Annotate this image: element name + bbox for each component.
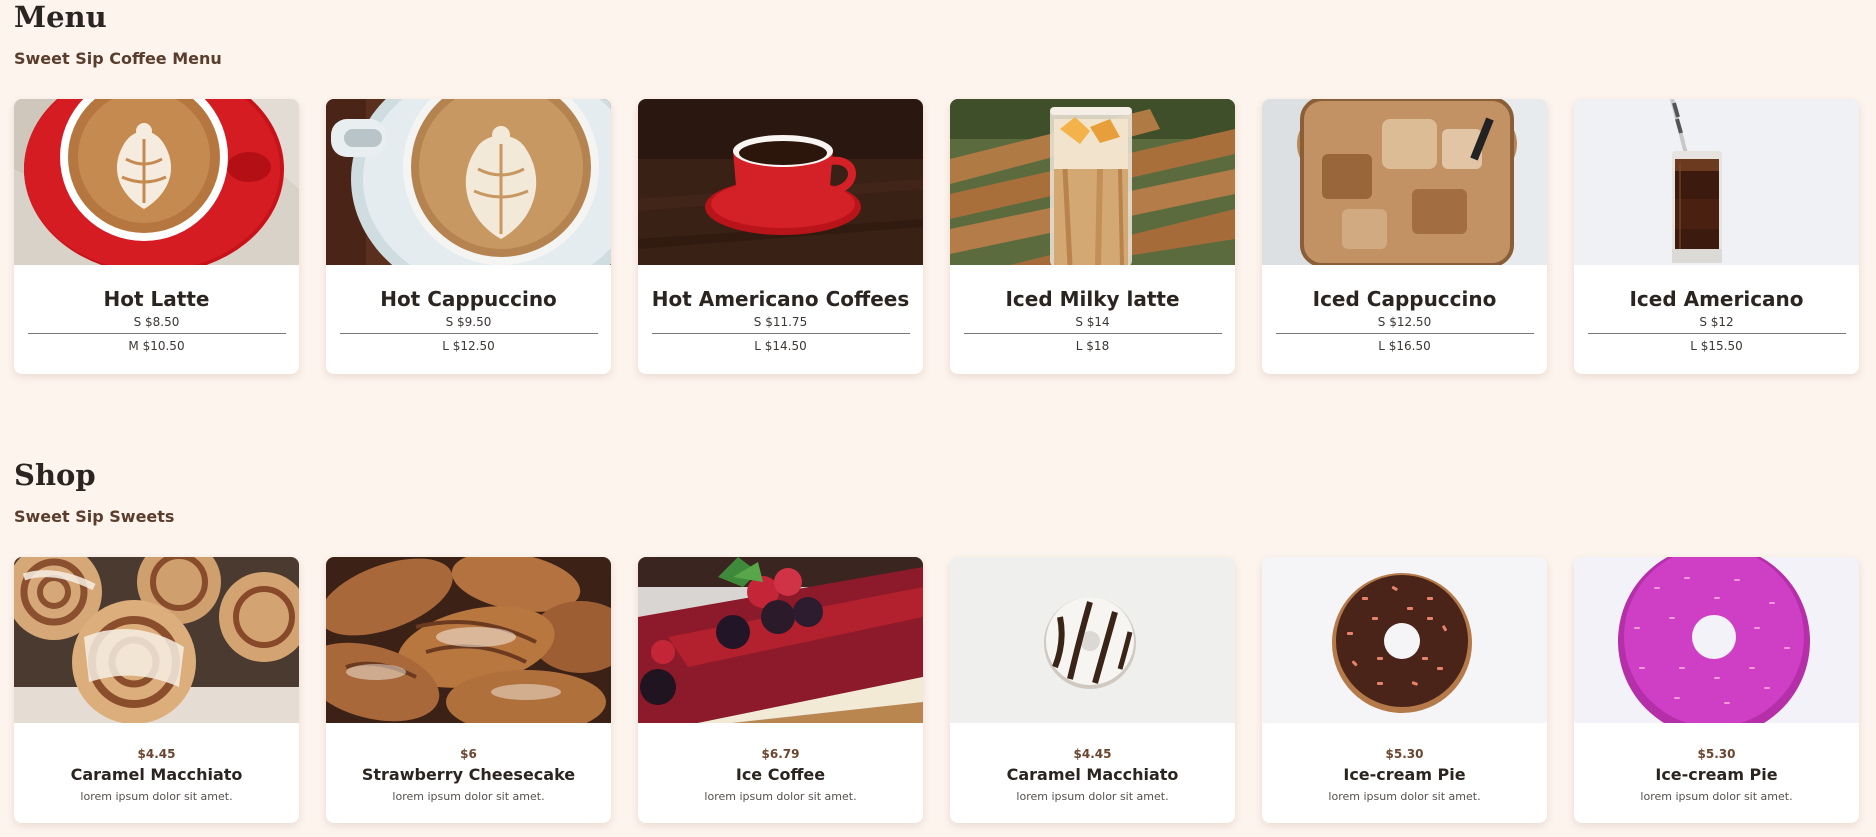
shop-subtitle: Sweet Sip Sweets — [14, 507, 175, 526]
menu-title: Menu — [14, 0, 107, 34]
menu-item-name: Iced Americano — [1629, 287, 1804, 311]
menu-card[interactable]: Iced Cappuccino S $12.50 L $16.50 — [1262, 99, 1547, 374]
price-large: L $16.50 — [1378, 339, 1431, 353]
shop-price: $5.30 — [1697, 747, 1736, 761]
price-small: S $11.75 — [753, 315, 808, 329]
cinnamon-rolls-image — [14, 557, 299, 723]
menu-card[interactable]: Iced Milky latte S $14 L $18 — [950, 99, 1235, 374]
shop-item-desc: lorem ipsum dolor sit amet. — [704, 790, 857, 803]
price-large: L $15.50 — [1690, 339, 1743, 353]
menu-item-name: Hot Americano Coffees — [651, 287, 910, 311]
shop-card[interactable]: $5.30 Ice-cream Pie lorem ipsum dolor si… — [1262, 557, 1547, 823]
shop-title: Shop — [14, 458, 96, 492]
shop-item-name: Caramel Macchiato — [1006, 765, 1179, 784]
menu-grid: Hot Latte S $8.50 M $10.50 Hot Cappuccin… — [14, 99, 1859, 374]
shop-item-desc: lorem ipsum dolor sit amet. — [80, 790, 233, 803]
menu-item-name: Hot Latte — [103, 287, 210, 311]
price-divider — [963, 333, 1222, 334]
iced-cappuccino-glass-image — [1262, 99, 1547, 265]
menu-item-name: Iced Cappuccino — [1312, 287, 1497, 311]
shop-item-desc: lorem ipsum dolor sit amet. — [1640, 790, 1793, 803]
menu-item-name: Hot Cappuccino — [380, 287, 557, 311]
price-divider — [1275, 333, 1534, 334]
menu-subtitle: Sweet Sip Coffee Menu — [14, 49, 222, 68]
iced-americano-glass-image — [1574, 99, 1859, 265]
price-divider — [1587, 333, 1846, 334]
shop-item-name: Ice-cream Pie — [1655, 765, 1778, 784]
shop-price: $4.45 — [1073, 747, 1112, 761]
latte-art-red-cup-image — [14, 99, 299, 265]
shop-card[interactable]: $6.79 Ice Coffee lorem ipsum dolor sit a… — [638, 557, 923, 823]
menu-card[interactable]: Iced Americano S $12 L $15.50 — [1574, 99, 1859, 374]
shop-card[interactable]: $5.30 Ice-cream Pie lorem ipsum dolor si… — [1574, 557, 1859, 823]
shop-card[interactable]: $4.45 Caramel Macchiato lorem ipsum dolo… — [950, 557, 1235, 823]
menu-item-name: Iced Milky latte — [1005, 287, 1180, 311]
iced-latte-glass-image — [950, 99, 1235, 265]
shop-grid: $4.45 Caramel Macchiato lorem ipsum dolo… — [14, 557, 1859, 823]
white-donut-image — [950, 557, 1235, 723]
shop-item-name: Ice Coffee — [735, 765, 826, 784]
price-small: S $9.50 — [445, 315, 492, 329]
shop-item-name: Ice-cream Pie — [1343, 765, 1466, 784]
pink-donut-image — [1574, 557, 1859, 723]
price-divider — [27, 333, 286, 334]
shop-item-name: Strawberry Cheesecake — [361, 765, 576, 784]
price-large: L $12.50 — [442, 339, 495, 353]
chocolate-donut-image — [1262, 557, 1547, 723]
shop-price: $6 — [460, 747, 477, 761]
red-espresso-cup-image — [638, 99, 923, 265]
shop-card[interactable]: $6 Strawberry Cheesecake lorem ipsum dol… — [326, 557, 611, 823]
shop-item-desc: lorem ipsum dolor sit amet. — [392, 790, 545, 803]
menu-card[interactable]: Hot Americano Coffees S $11.75 L $14.50 — [638, 99, 923, 374]
price-large: M $10.50 — [128, 339, 185, 353]
price-divider — [339, 333, 598, 334]
croissants-image — [326, 557, 611, 723]
shop-item-name: Caramel Macchiato — [70, 765, 243, 784]
shop-price: $4.45 — [137, 747, 176, 761]
price-large: L $14.50 — [754, 339, 807, 353]
shop-price: $6.79 — [761, 747, 800, 761]
price-small: S $12 — [1699, 315, 1734, 329]
price-small: S $8.50 — [133, 315, 180, 329]
shop-card[interactable]: $4.45 Caramel Macchiato lorem ipsum dolo… — [14, 557, 299, 823]
shop-item-desc: lorem ipsum dolor sit amet. — [1328, 790, 1481, 803]
price-small: S $12.50 — [1377, 315, 1432, 329]
price-large: L $18 — [1075, 339, 1110, 353]
price-small: S $14 — [1075, 315, 1110, 329]
menu-card[interactable]: Hot Cappuccino S $9.50 L $12.50 — [326, 99, 611, 374]
price-divider — [651, 333, 910, 334]
menu-card[interactable]: Hot Latte S $8.50 M $10.50 — [14, 99, 299, 374]
berry-cheesecake-image — [638, 557, 923, 723]
cappuccino-white-cup-image — [326, 99, 611, 265]
shop-price: $5.30 — [1385, 747, 1424, 761]
shop-item-desc: lorem ipsum dolor sit amet. — [1016, 790, 1169, 803]
